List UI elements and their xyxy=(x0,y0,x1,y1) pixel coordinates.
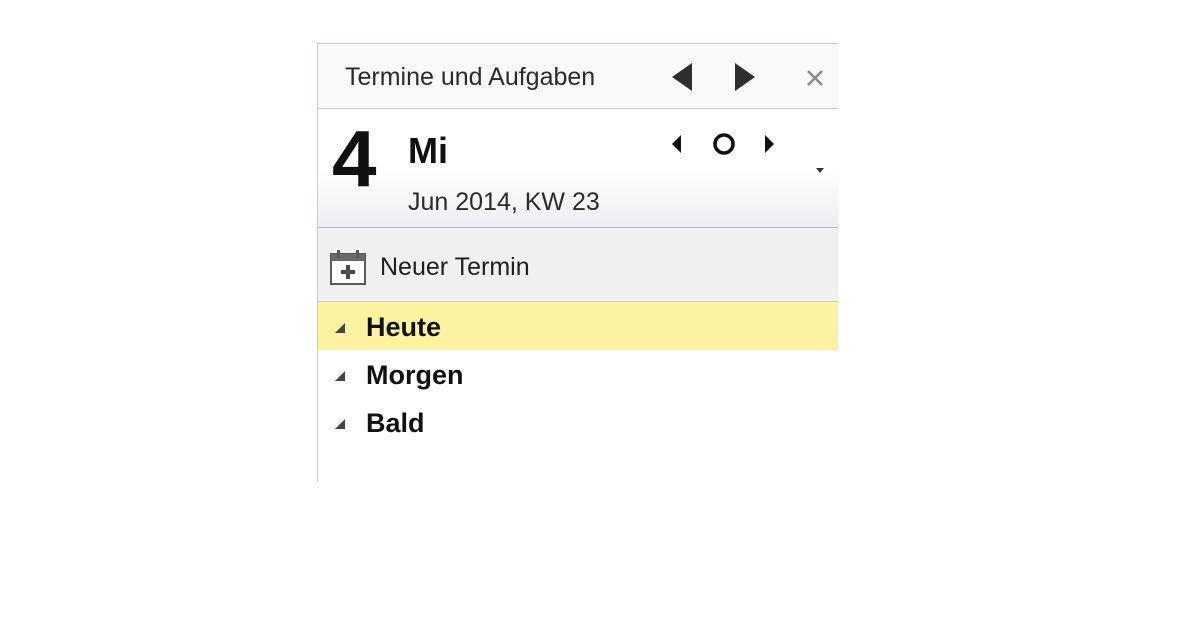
next-day-button[interactable] xyxy=(761,131,777,157)
group-tomorrow[interactable]: Morgen xyxy=(318,350,838,398)
collapse-triangle-icon xyxy=(335,419,345,429)
group-label: Heute xyxy=(366,312,442,342)
collapse-triangle-icon xyxy=(335,323,345,333)
chevron-down-icon xyxy=(816,168,824,173)
group-label: Morgen xyxy=(366,360,464,390)
previous-day-button[interactable] xyxy=(669,131,685,157)
calendar-add-icon xyxy=(330,250,366,285)
group-list: Heute Morgen Bald xyxy=(318,302,838,446)
close-icon xyxy=(807,70,823,86)
pane-title: Termine und Aufgaben xyxy=(345,63,596,91)
day-number: 4 xyxy=(332,114,377,203)
triangle-right-icon xyxy=(735,63,755,91)
pane-title-bar: Termine und Aufgaben xyxy=(318,44,838,109)
pane-toolbar: Neuer Termin xyxy=(318,228,838,302)
pane-previous-button[interactable] xyxy=(668,60,698,94)
circle-icon xyxy=(713,133,735,155)
caret-left-icon xyxy=(672,135,681,153)
date-header: 4 Mi Jun 2014, KW 23 xyxy=(318,109,838,228)
collapse-triangle-icon xyxy=(335,371,345,381)
appointments-tasks-pane: Termine und Aufgaben 4 Mi Jun 2014, KW 2… xyxy=(317,43,838,481)
weekday: Mi xyxy=(408,130,448,171)
triangle-left-icon xyxy=(672,63,692,91)
caret-right-icon xyxy=(765,135,774,153)
group-today[interactable]: Heute xyxy=(318,302,838,350)
pane-next-button[interactable] xyxy=(729,60,759,94)
month-week-label: Jun 2014, KW 23 xyxy=(408,188,600,216)
today-button[interactable] xyxy=(710,131,738,157)
expand-dropdown-button[interactable] xyxy=(813,162,827,173)
new-appointment-button[interactable]: Neuer Termin xyxy=(326,246,566,286)
group-label: Bald xyxy=(366,408,425,438)
group-soon[interactable]: Bald xyxy=(318,398,838,446)
new-appointment-label: Neuer Termin xyxy=(380,253,530,281)
pane-close-button[interactable] xyxy=(801,60,829,94)
